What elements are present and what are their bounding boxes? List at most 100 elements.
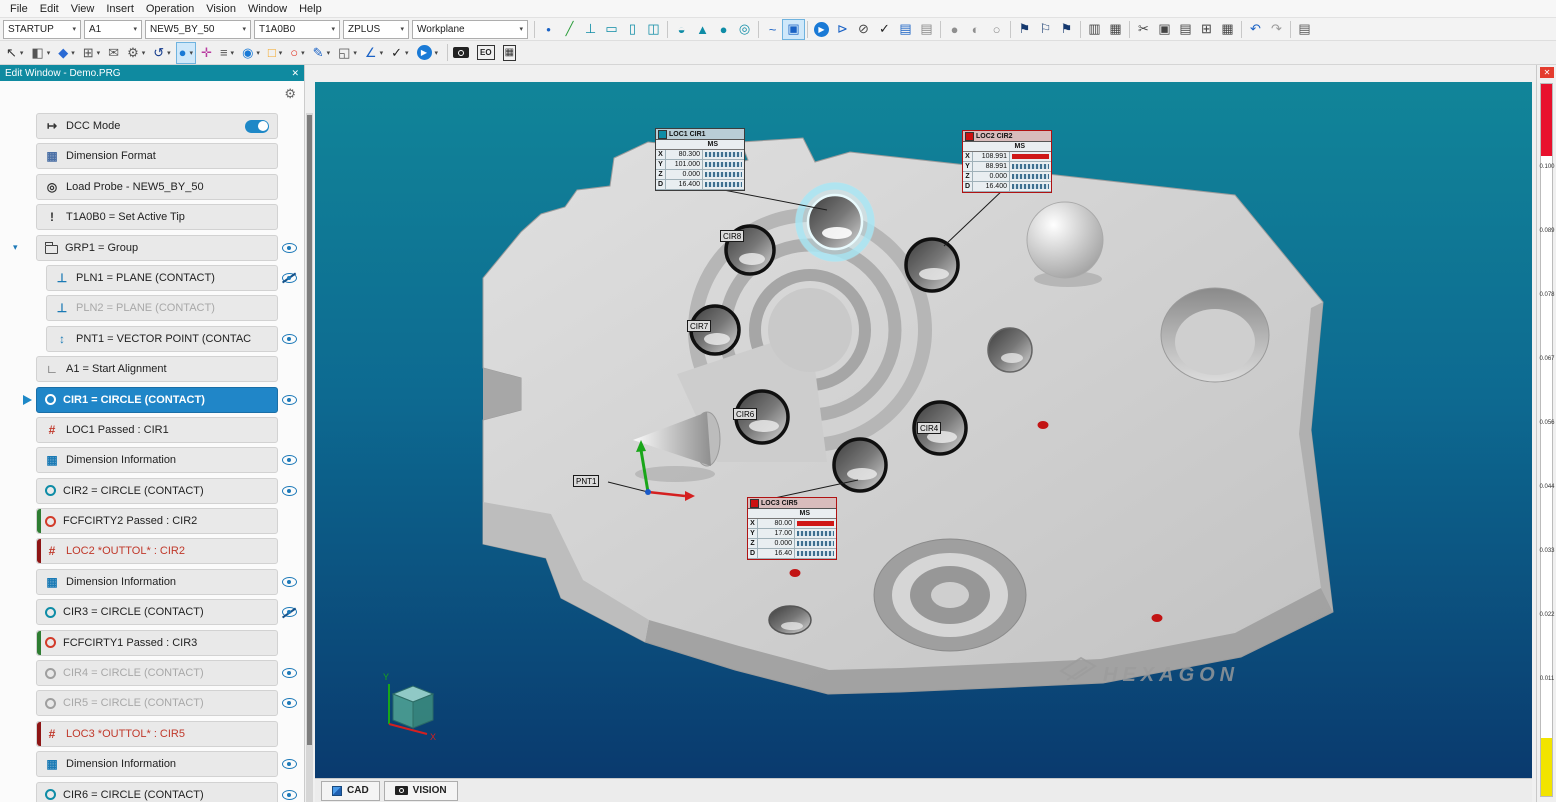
menu-item-vision[interactable]: Vision: [200, 3, 242, 15]
tree-item-cir5-circle-contact[interactable]: CIR5 = CIRCLE (CONTACT): [36, 690, 278, 716]
tree-scrollbar[interactable]: [306, 113, 313, 802]
visibility-eye-off-icon[interactable]: [282, 607, 297, 617]
copy-icon[interactable]: ▣: [1154, 20, 1175, 39]
tree-item-loc3-outtol-cir5[interactable]: #LOC3 *OUTTOL* : CIR5: [36, 721, 278, 747]
tree-item-cir6-circle-contact[interactable]: CIR6 = CIRCLE (CONTACT): [36, 782, 278, 802]
view-layouts-icon[interactable]: ◧▾: [29, 43, 52, 63]
tree-scrollbar-thumb[interactable]: [307, 115, 312, 745]
visibility-eye-icon[interactable]: [282, 577, 297, 587]
visibility-eye-icon[interactable]: [282, 455, 297, 465]
tree-item-loc2-outtol-cir2[interactable]: #LOC2 *OUTTOL* : CIR2: [36, 538, 278, 564]
menu-item-window[interactable]: Window: [242, 3, 293, 15]
tab-cad[interactable]: CAD: [321, 781, 380, 801]
comment-icon[interactable]: ✉: [106, 43, 121, 63]
tree-item-cir3-circle-contact[interactable]: CIR3 = CIRCLE (CONTACT): [36, 599, 278, 625]
camera-capture-icon[interactable]: [451, 43, 471, 63]
dcc-mode-toggle[interactable]: [245, 120, 269, 133]
measure-curve-icon[interactable]: ~: [762, 20, 783, 39]
visibility-eye-icon[interactable]: [282, 334, 297, 344]
visibility-eye-icon[interactable]: [282, 668, 297, 678]
clear-execution-icon[interactable]: ⊘: [853, 20, 874, 39]
menu-item-insert[interactable]: Insert: [100, 3, 140, 15]
menu-item-edit[interactable]: Edit: [34, 3, 65, 15]
report-layout-icon[interactable]: ▦: [1105, 20, 1126, 39]
quick-start-icon[interactable]: ⊞▾: [81, 43, 102, 63]
feature-list-icon[interactable]: ≡▾: [218, 43, 236, 63]
wireframe-view-icon[interactable]: ○: [986, 20, 1007, 39]
execute-mini-icon[interactable]: ▶▾: [415, 43, 441, 63]
menu-item-operation[interactable]: Operation: [140, 3, 200, 15]
measure-plane-icon[interactable]: ⊥: [580, 20, 601, 39]
feature-label-cir6[interactable]: CIR6: [733, 408, 757, 420]
visibility-eye-icon[interactable]: [282, 698, 297, 708]
tree-item-dcc-mode[interactable]: ↦DCC Mode: [36, 113, 278, 139]
probe-readout-icon[interactable]: ✛: [199, 43, 214, 63]
half-shaded-view-icon[interactable]: ◐: [965, 20, 986, 39]
window-grid-icon[interactable]: ▦: [501, 43, 518, 63]
execute-program-icon[interactable]: ▶: [814, 22, 829, 37]
cad-viewport[interactable]: HEXAGON Y X CIR8 CIR7 CIR6 CIR4 PNT1 LOC…: [315, 82, 1532, 778]
visibility-eye-icon[interactable]: [282, 790, 297, 800]
mini-report-clear-icon[interactable]: ▤: [916, 20, 937, 39]
tree-item-fcfcirty2-passed-cir2[interactable]: FCFCIRTY2 Passed : CIR2: [36, 508, 278, 534]
measure-round-slot-icon[interactable]: ▭: [601, 20, 622, 39]
active-alignment-select[interactable]: A1▾: [84, 20, 142, 39]
probe-file-select[interactable]: NEW5_BY_50▾: [145, 20, 251, 39]
paste-icon[interactable]: ▤: [1175, 20, 1196, 39]
workplane-axis-select[interactable]: ZPLUS▾: [343, 20, 409, 39]
visibility-eye-icon[interactable]: [282, 395, 297, 405]
pointcloud-scan-icon[interactable]: ▣: [783, 20, 804, 39]
measure-square-slot-icon[interactable]: ▯: [622, 20, 643, 39]
bookmark-next-icon[interactable]: ⚑: [1056, 20, 1077, 39]
vector-direction-icon[interactable]: ∠▾: [363, 43, 385, 63]
feature-label-pnt1[interactable]: PNT1: [573, 475, 599, 487]
cut-icon[interactable]: ✂: [1133, 20, 1154, 39]
tree-item-dimension-format[interactable]: ▦Dimension Format: [36, 143, 278, 169]
counterbore-feature[interactable]: [874, 539, 1026, 651]
tree-item-pnt1-vector-point-contac[interactable]: ↕PNT1 = VECTOR POINT (CONTAC: [46, 326, 278, 352]
accept-icon[interactable]: ✓▾: [389, 43, 410, 63]
visibility-eye-icon[interactable]: [282, 486, 297, 496]
box-select-icon[interactable]: ◱▾: [336, 43, 359, 63]
measurement-table-loc1-cir1[interactable]: LOC1 CIR1MSX80.300Y101.000Z0.000D16.400: [655, 128, 745, 191]
execute-from-cursor-icon[interactable]: ⊳: [832, 20, 853, 39]
measure-cone-icon[interactable]: ▲: [692, 20, 713, 39]
close-icon[interactable]: ✕: [1540, 67, 1554, 78]
active-tip-select[interactable]: T1A0B0▾: [254, 20, 340, 39]
cad-elements-icon[interactable]: □▾: [266, 43, 284, 63]
expander-icon[interactable]: ▾: [13, 242, 18, 253]
tree-item-loc1-passed-cir1[interactable]: #LOC1 Passed : CIR1: [36, 417, 278, 443]
feature-label-cir7[interactable]: CIR7: [687, 320, 711, 332]
redo-icon[interactable]: ↷: [1266, 20, 1287, 39]
tree-item-cir1-circle-contact[interactable]: CIR1 = CIRCLE (CONTACT): [36, 387, 278, 413]
feature-label-cir8[interactable]: CIR8: [720, 230, 744, 242]
feature-label-cir4[interactable]: CIR4: [917, 422, 941, 434]
zoom-mode-icon[interactable]: ●▾: [177, 43, 195, 63]
tree-item-pln1-plane-contact[interactable]: ⊥PLN1 = PLANE (CONTACT): [46, 265, 278, 291]
hole-cir1-highlighted[interactable]: [795, 182, 875, 262]
bookmark-add-icon[interactable]: ⚐: [1035, 20, 1056, 39]
close-icon[interactable]: ✕: [291, 68, 299, 79]
collision-check-icon[interactable]: ✓: [874, 20, 895, 39]
tree-item-t1a0b0-set-active-tip[interactable]: !T1A0B0 = Set Active Tip: [36, 204, 278, 230]
print-icon[interactable]: ▤: [1294, 20, 1315, 39]
measure-cylinder-icon[interactable]: ◒: [671, 20, 692, 39]
annotation-pen-icon[interactable]: ✎▾: [311, 43, 332, 63]
alignment-mode-select[interactable]: STARTUP▾: [3, 20, 81, 39]
tree-item-load-probe-new5-by-50[interactable]: ◎Load Probe - NEW5_BY_50: [36, 174, 278, 200]
tolerance-display-icon[interactable]: ○▾: [288, 43, 306, 63]
probe-model-icon[interactable]: ◆▾: [56, 43, 77, 63]
eo-measure-icon[interactable]: EO: [475, 43, 497, 63]
rotate-view-icon[interactable]: ↺▾: [151, 43, 172, 63]
visibility-eye-off-icon[interactable]: [282, 273, 297, 283]
menu-item-help[interactable]: Help: [293, 3, 328, 15]
tree-item-a1-start-alignment[interactable]: ∟A1 = Start Alignment: [36, 356, 278, 382]
tree-item-cir2-circle-contact[interactable]: CIR2 = CIRCLE (CONTACT): [36, 478, 278, 504]
report-window-icon[interactable]: ▥: [1084, 20, 1105, 39]
measurement-table-loc3-cir5[interactable]: LOC3 CIR5MSX80.00Y17.00Z0.000D16.40: [747, 497, 837, 560]
tree-item-fcfcirty1-passed-cir3[interactable]: FCFCIRTY1 Passed : CIR3: [36, 630, 278, 656]
measure-line-icon[interactable]: ╱: [559, 20, 580, 39]
paste-with-pattern-icon[interactable]: ⊞: [1196, 20, 1217, 39]
bookmark-previous-icon[interactable]: ⚑: [1014, 20, 1035, 39]
visibility-eye-icon[interactable]: [282, 759, 297, 769]
